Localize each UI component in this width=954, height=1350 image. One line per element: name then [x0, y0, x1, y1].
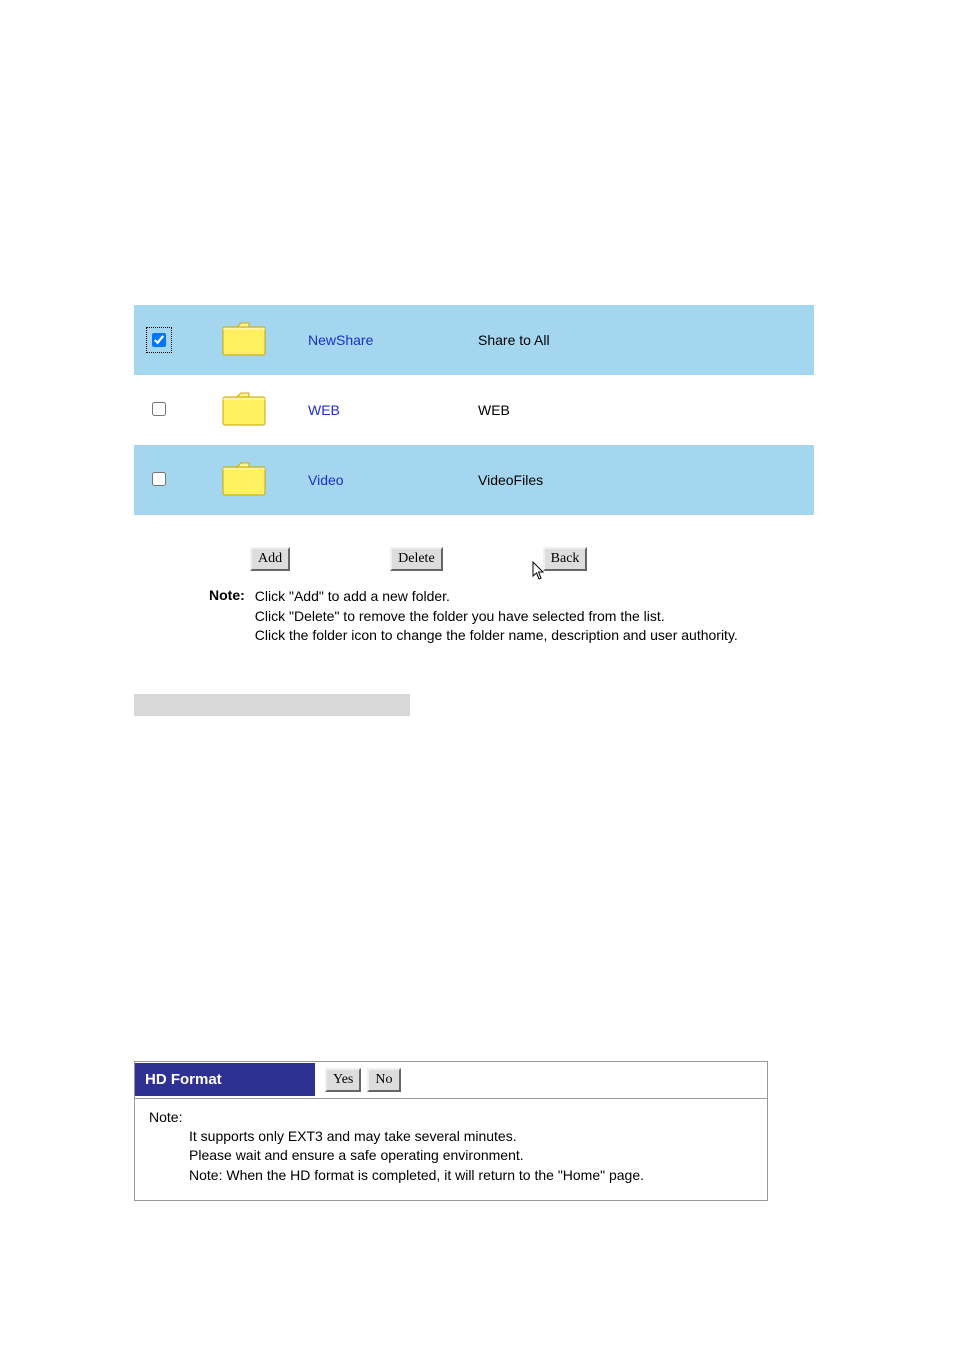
note-line-2: Click "Delete" to remove the folder you … [255, 607, 738, 627]
folder-desc: Share to All [478, 332, 550, 348]
hd-line-1: It supports only EXT3 and may take sever… [189, 1127, 753, 1147]
delete-button[interactable]: Delete [390, 547, 443, 571]
no-button[interactable]: No [367, 1068, 400, 1092]
folder-desc-cell: VideoFiles [474, 445, 814, 515]
note-line-3: Click the folder icon to change the fold… [255, 626, 738, 646]
row-checkbox[interactable] [152, 402, 166, 416]
folder-icon[interactable] [219, 486, 269, 502]
row-checkbox[interactable] [152, 472, 166, 486]
folder-name-link[interactable]: WEB [308, 402, 340, 418]
table-row: NewShare Share to All [134, 305, 814, 375]
checkbox-cell [134, 305, 184, 375]
add-button[interactable]: Add [250, 547, 290, 571]
back-button[interactable]: Back [543, 547, 588, 571]
hd-note-lines: It supports only EXT3 and may take sever… [189, 1127, 753, 1186]
checkbox-cell [134, 375, 184, 445]
row-checkbox[interactable] [152, 333, 166, 347]
note-line-1: Click "Add" to add a new folder. [255, 587, 738, 607]
folder-icon-cell [184, 305, 304, 375]
note-lines: Click "Add" to add a new folder. Click "… [255, 587, 738, 646]
note-label: Note: [209, 587, 245, 646]
folder-desc: VideoFiles [478, 472, 543, 488]
folder-icon-cell [184, 375, 304, 445]
folder-icon[interactable] [219, 416, 269, 432]
checkbox-focus-ring [149, 330, 169, 350]
hd-line-3: Note: When the HD format is completed, i… [189, 1166, 753, 1186]
gray-bar [134, 694, 410, 716]
folder-desc: WEB [478, 402, 510, 418]
hd-buttons: Yes No [315, 1062, 411, 1098]
hd-line-2: Please wait and ensure a safe operating … [189, 1146, 753, 1166]
checkbox-cell [134, 445, 184, 515]
yes-button[interactable]: Yes [325, 1068, 361, 1092]
folder-name-link[interactable]: Video [308, 472, 344, 488]
hd-note-label: Note: [149, 1109, 753, 1125]
table-row: WEB WEB [134, 375, 814, 445]
folder-name-cell: NewShare [304, 305, 474, 375]
hd-header: HD Format Yes No [135, 1062, 767, 1098]
folder-name-link[interactable]: NewShare [308, 332, 373, 348]
folder-name-cell: Video [304, 445, 474, 515]
folder-icon-cell [184, 445, 304, 515]
hd-title: HD Format [135, 1063, 315, 1096]
folder-desc-cell: WEB [474, 375, 814, 445]
button-row: Add Delete Back [250, 547, 814, 571]
folder-icon[interactable] [219, 346, 269, 362]
folder-list: NewShare Share to All WEB WEB Video VideoFile… [134, 305, 814, 716]
note-block: Note: Click "Add" to add a new folder. C… [209, 587, 814, 646]
folder-name-cell: WEB [304, 375, 474, 445]
folder-table: NewShare Share to All WEB WEB Video VideoFile… [134, 305, 814, 515]
hd-format-panel: HD Format Yes No Note: It supports only … [134, 1061, 768, 1201]
folder-desc-cell: Share to All [474, 305, 814, 375]
hd-body: Note: It supports only EXT3 and may take… [135, 1098, 767, 1200]
table-row: Video VideoFiles [134, 445, 814, 515]
